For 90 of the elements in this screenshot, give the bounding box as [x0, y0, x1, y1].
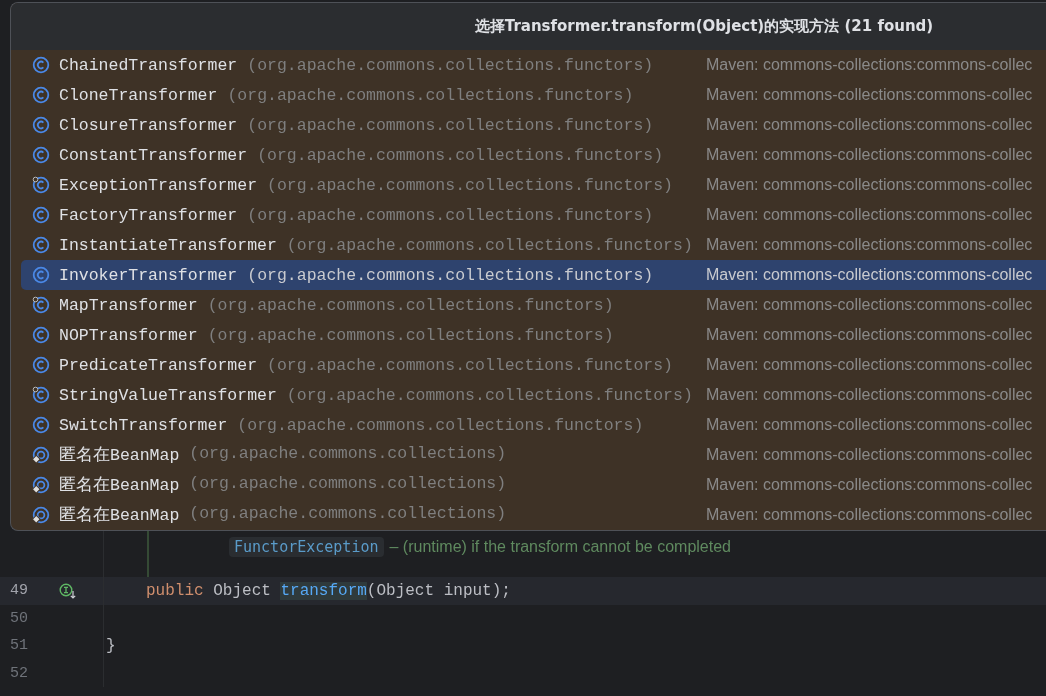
- package-name: (org.apache.commons.collections): [189, 504, 507, 525]
- library-source: Maven: commons-collections:commons-collec: [706, 116, 1034, 134]
- implementation-item[interactable]: MapTransformer (org.apache.commons.collections.functors) Maven: commons-collections:commons-collec: [21, 290, 1046, 320]
- class-icon: [32, 386, 50, 404]
- exception-link[interactable]: FunctorException: [229, 537, 384, 557]
- class-name: InstantiateTransformer: [59, 235, 277, 255]
- implementation-item[interactable]: InvokerTransformer (org.apache.commons.collections.functors) Maven: commons-collections:commons-collec: [21, 260, 1046, 290]
- line-number: 51: [9, 637, 28, 655]
- package-name: (org.apache.commons.collections.functors): [257, 145, 664, 165]
- class-name: FactoryTransformer: [59, 205, 238, 225]
- line-number: 49: [9, 582, 28, 600]
- class-icon: [32, 326, 50, 344]
- package-name: (org.apache.commons.collections.functors): [286, 385, 693, 405]
- implementation-item[interactable]: NOPTransformer (org.apache.commons.collections.functors) Maven: commons-collections:commons-collec: [21, 320, 1046, 350]
- package-name: (org.apache.commons.collections.functors): [247, 265, 654, 285]
- library-source: Maven: commons-collections:commons-collec: [706, 386, 1034, 404]
- library-source: Maven: commons-collections:commons-collec: [706, 236, 1034, 254]
- class-name: ConstantTransformer: [59, 145, 248, 165]
- library-source: Maven: commons-collections:commons-collec: [706, 356, 1034, 374]
- line-number: 50: [9, 609, 28, 627]
- class-name: CloneTransformer: [59, 85, 218, 105]
- class-name: InvokerTransformer: [59, 265, 238, 285]
- implementation-item[interactable]: ExceptionTransformer (org.apache.commons.collections.functors) Maven: commons-collections:commons-collec: [21, 170, 1046, 200]
- class-name: ChainedTransformer: [59, 55, 238, 75]
- popup-title: 选择Transformer.transform(Object)的实现方法 (21 found): [474, 17, 934, 36]
- library-source: Maven: commons-collections:commons-collec: [706, 416, 1034, 434]
- anonymous-class-icon: [32, 506, 50, 524]
- package-name: (org.apache.commons.collections.functors): [237, 415, 644, 435]
- library-source: Maven: commons-collections:commons-collec: [706, 266, 1034, 284]
- implementation-item[interactable]: ChainedTransformer (org.apache.commons.collections.functors) Maven: commons-collections:commons-collec: [21, 50, 1046, 80]
- implementation-item[interactable]: ClosureTransformer (org.apache.commons.collections.functors) Maven: commons-collections:commons-collec: [21, 110, 1046, 140]
- library-source: Maven: commons-collections:commons-collec: [706, 446, 1034, 464]
- implemented-marker-icon[interactable]: [59, 582, 77, 599]
- anonymous-class-icon: [32, 476, 50, 494]
- library-source: Maven: commons-collections:commons-collec: [706, 296, 1034, 314]
- implementation-item[interactable]: StringValueTransformer (org.apache.commons.collections.functors) Maven: commons-collections:commons-collec: [21, 380, 1046, 410]
- implementation-item[interactable]: ConstantTransformer (org.apache.commons.collections.functors) Maven: commons-collections:commons-collec: [21, 140, 1046, 170]
- package-name: (org.apache.commons.collections.functors): [286, 235, 693, 255]
- class-icon: [32, 206, 50, 224]
- class-name: 匿名在BeanMap: [59, 505, 180, 526]
- line-number: 52: [9, 664, 28, 682]
- class-name: 匿名在BeanMap: [59, 475, 180, 496]
- class-icon: [32, 146, 50, 164]
- class-name: 匿名在BeanMap: [59, 445, 180, 466]
- package-name: (org.apache.commons.collections.functors): [267, 355, 673, 375]
- library-source: Maven: commons-collections:commons-collec: [706, 176, 1034, 194]
- implementation-item[interactable]: SwitchTransformer (org.apache.commons.collections.functors) Maven: commons-collections:commons-collec: [21, 410, 1046, 440]
- package-name: (org.apache.commons.collections.functors): [227, 85, 634, 105]
- class-icon: [32, 116, 50, 134]
- library-source: Maven: commons-collections:commons-collec: [706, 476, 1034, 494]
- class-icon: [32, 236, 50, 254]
- package-name: (org.apache.commons.collections.functors): [247, 55, 654, 75]
- implementation-item[interactable]: 匿名在BeanMap (org.apache.commons.collections) Maven: commons-collections:commons-collec: [21, 470, 1046, 500]
- package-name: (org.apache.commons.collections.functors): [247, 205, 654, 225]
- implementation-item[interactable]: CloneTransformer (org.apache.commons.collections.functors) Maven: commons-collections:commons-collec: [21, 80, 1046, 110]
- anonymous-class-icon: [32, 446, 50, 464]
- package-name: (org.apache.commons.collections.functors): [267, 175, 673, 195]
- class-name: PredicateTransformer: [59, 355, 258, 375]
- class-icon: [32, 176, 50, 194]
- library-source: Maven: commons-collections:commons-collec: [706, 206, 1034, 224]
- class-icon: [32, 86, 50, 104]
- library-source: Maven: commons-collections:commons-collec: [706, 86, 1034, 104]
- package-name: (org.apache.commons.collections.functors): [247, 115, 654, 135]
- class-name: StringValueTransformer: [59, 385, 277, 405]
- implementation-item[interactable]: InstantiateTransformer (org.apache.commons.collections.functors) Maven: commons-collections:commons-collec: [21, 230, 1046, 260]
- library-source: Maven: commons-collections:commons-collec: [706, 326, 1034, 344]
- class-icon: [32, 356, 50, 374]
- package-name: (org.apache.commons.collections): [189, 474, 507, 495]
- class-icon: [32, 296, 50, 314]
- library-source: Maven: commons-collections:commons-collec: [706, 146, 1034, 164]
- package-name: (org.apache.commons.collections.functors): [207, 325, 614, 345]
- class-name: ClosureTransformer: [59, 115, 238, 135]
- class-name: NOPTransformer: [59, 325, 198, 345]
- code-line: }: [106, 636, 116, 655]
- implementation-item[interactable]: 匿名在BeanMap (org.apache.commons.collections) Maven: commons-collections:commons-collec: [21, 500, 1046, 530]
- class-name: ExceptionTransformer: [59, 175, 258, 195]
- class-name: SwitchTransformer: [59, 415, 228, 435]
- library-source: Maven: commons-collections:commons-collec: [706, 506, 1034, 524]
- class-name: MapTransformer: [59, 295, 198, 315]
- library-source: Maven: commons-collections:commons-collec: [706, 56, 1034, 74]
- implementation-item[interactable]: PredicateTransformer (org.apache.commons.collections.functors) Maven: commons-collections:commons-collec: [21, 350, 1046, 380]
- class-icon: [32, 266, 50, 284]
- code-line: public Object transform(Object input);: [146, 581, 511, 600]
- class-icon: [32, 416, 50, 434]
- class-icon: [32, 56, 50, 74]
- implementation-item[interactable]: FactoryTransformer (org.apache.commons.collections.functors) Maven: commons-collections:commons-collec: [21, 200, 1046, 230]
- package-name: (org.apache.commons.collections.functors): [207, 295, 614, 315]
- package-name: (org.apache.commons.collections): [189, 444, 507, 465]
- doc-comment-text: – (runtime) if the transform cannot be completed: [389, 538, 731, 556]
- implementation-item[interactable]: 匿名在BeanMap (org.apache.commons.collections) Maven: commons-collections:commons-collec: [21, 440, 1046, 470]
